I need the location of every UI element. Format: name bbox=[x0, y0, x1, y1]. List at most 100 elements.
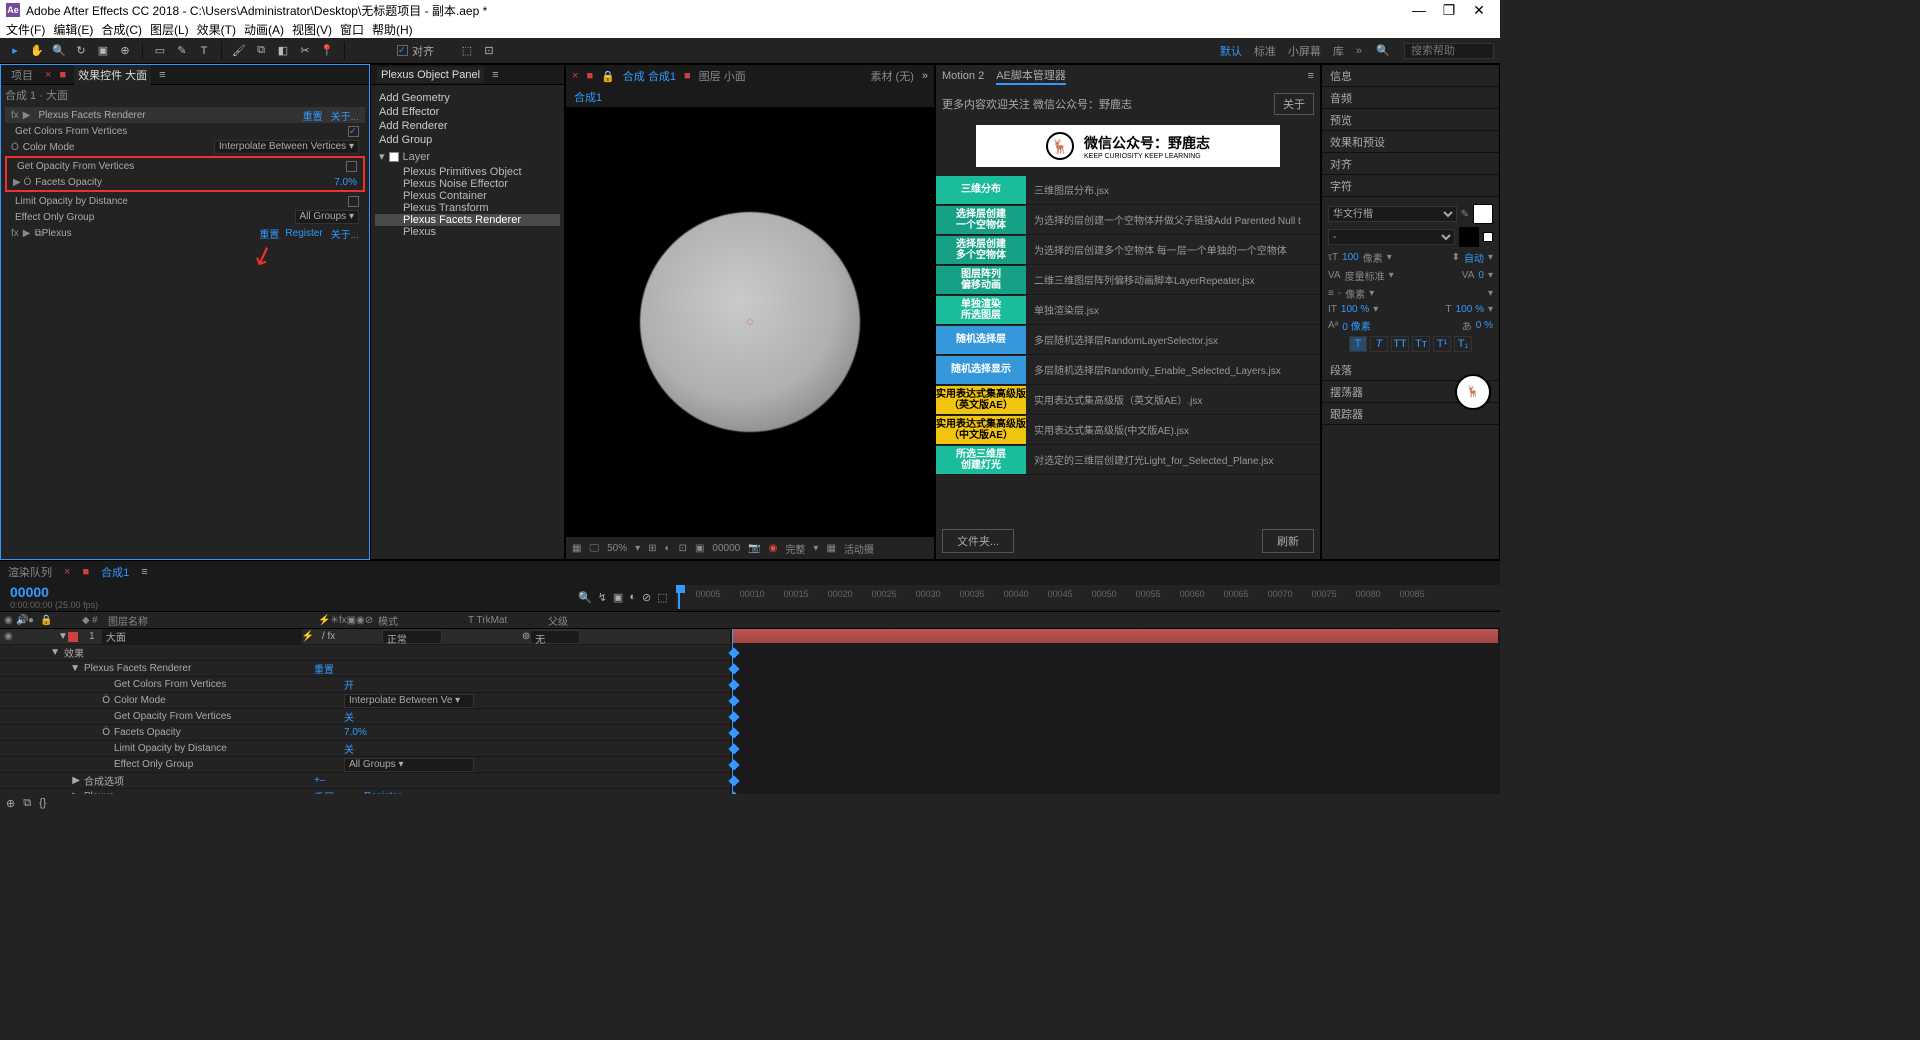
timeline-prop-row[interactable]: ÖFacets Opacity7.0% bbox=[0, 725, 730, 741]
tl-icon-1[interactable]: 🔍 bbox=[578, 591, 592, 604]
effect-name-plexus[interactable]: Plexus bbox=[42, 228, 254, 239]
plexus-sub-primitives[interactable]: Plexus Primitives Object bbox=[375, 166, 560, 178]
keyframe-icon[interactable] bbox=[728, 759, 739, 770]
help-search-input[interactable] bbox=[1404, 43, 1494, 59]
script-row[interactable]: 选择层创建多个空物体为选择的层创建多个空物体 每一层一个单独的一个空物体 bbox=[936, 235, 1320, 265]
keyframe-icon[interactable] bbox=[728, 663, 739, 674]
plexus-add-geometry[interactable]: Add Geometry bbox=[375, 91, 560, 105]
tl-icon-5[interactable]: ⊘ bbox=[642, 591, 651, 604]
grid-icon[interactable]: ▦ bbox=[572, 543, 581, 554]
comp-tab-layer[interactable]: 图层 小面 bbox=[699, 68, 746, 84]
camera-dropdown[interactable]: 活动摄 bbox=[844, 541, 874, 556]
snapshot-icon[interactable]: 📷 bbox=[748, 543, 760, 554]
comp-time[interactable]: 00000 bbox=[712, 543, 740, 554]
zoom-tool-icon[interactable]: 🔍 bbox=[50, 42, 68, 60]
eraser-tool-icon[interactable]: ◧ bbox=[274, 42, 292, 60]
tab-motion2[interactable]: Motion 2 bbox=[942, 70, 984, 82]
timeline-prop-row[interactable]: ▼Plexus Facets Renderer重置 bbox=[0, 661, 730, 677]
menu-comp[interactable]: 合成(C) bbox=[101, 21, 142, 38]
panel-audio[interactable]: 音频 bbox=[1322, 87, 1499, 109]
collapse-icon[interactable]: ▾ bbox=[379, 150, 385, 163]
scripts-refresh-button[interactable]: 刷新 bbox=[1262, 529, 1314, 553]
script-row[interactable]: 实用表达式集高级版（英文版AE）实用表达式集高级版（英文版AE）.jsx bbox=[936, 385, 1320, 415]
snap-opt1-icon[interactable]: ⬚ bbox=[458, 42, 476, 60]
rotate-tool-icon[interactable]: ↻ bbox=[72, 42, 90, 60]
script-row[interactable]: 图层阵列偏移动画二维三维图层阵列偏移动画脚本LayerRepeater.jsx bbox=[936, 265, 1320, 295]
guides-icon[interactable]: ⊡ bbox=[679, 543, 687, 554]
timeline-prop-row[interactable]: Get Opacity From Vertices关 bbox=[0, 709, 730, 725]
font-dropdown[interactable]: 华文行楷 bbox=[1328, 206, 1457, 222]
workspace-lib[interactable]: 库 bbox=[1333, 43, 1344, 59]
plexus-sub-transform[interactable]: Plexus Transform bbox=[375, 202, 560, 214]
tl-footer-icon2[interactable]: ⧉ bbox=[23, 797, 31, 810]
plexus-layer-label[interactable]: Layer bbox=[403, 151, 431, 163]
timeline-prop-row[interactable]: Get Colors From Vertices开 bbox=[0, 677, 730, 693]
script-row[interactable]: 单独渲染所选图层单独渲染层.jsx bbox=[936, 295, 1320, 325]
leading-value[interactable]: 自动 bbox=[1464, 250, 1484, 265]
channel-icon[interactable]: ▣ bbox=[695, 543, 704, 554]
tl-icon-4[interactable]: ◐ bbox=[629, 591, 636, 604]
layer-name[interactable]: 大面 bbox=[102, 629, 302, 644]
super-button[interactable]: T¹ bbox=[1433, 336, 1451, 352]
eyedrop-icon[interactable]: ✎ bbox=[1461, 209, 1469, 220]
workspace-small[interactable]: 小屏幕 bbox=[1288, 43, 1321, 59]
panel-menu-icon[interactable]: ≡ bbox=[492, 69, 498, 81]
lock-icon[interactable]: 🔒 bbox=[601, 70, 615, 83]
font-size-value[interactable]: 100 bbox=[1342, 252, 1359, 263]
menu-effect[interactable]: 效果(T) bbox=[197, 21, 236, 38]
camera-tool-icon[interactable]: ▣ bbox=[94, 42, 112, 60]
prop-get-opacity-checkbox[interactable] bbox=[346, 161, 357, 172]
panel-menu-icon[interactable]: ≡ bbox=[159, 69, 165, 81]
bold-button[interactable]: T bbox=[1349, 336, 1367, 352]
keyframe-icon[interactable] bbox=[728, 791, 739, 794]
plexus-sub-plexus[interactable]: Plexus bbox=[375, 226, 560, 238]
timeline-layer-row[interactable]: ◉ ▼ 1 大面 ⚡/ fx 正常 ⊚ 无 bbox=[0, 629, 730, 645]
keyframe-icon[interactable] bbox=[728, 727, 739, 738]
style-dropdown[interactable]: - bbox=[1328, 229, 1455, 245]
plexus-sub-noise[interactable]: Plexus Noise Effector bbox=[375, 178, 560, 190]
effect-name-renderer[interactable]: Plexus Facets Renderer bbox=[34, 109, 296, 122]
script-row[interactable]: 实用表达式集高级版（中文版AE）实用表达式集高级版(中文版AE).jsx bbox=[936, 415, 1320, 445]
tl-footer-icon3[interactable]: {} bbox=[39, 797, 46, 809]
effect-reset[interactable]: 重置 bbox=[303, 108, 323, 123]
quality-dropdown[interactable]: 完整 bbox=[785, 541, 805, 556]
allcaps-button[interactable]: TT bbox=[1391, 336, 1409, 352]
comp-tab-footage[interactable]: 素材 (无) bbox=[870, 68, 913, 84]
blend-mode-dropdown[interactable]: 正常 bbox=[382, 630, 442, 644]
scripts-about-button[interactable]: 关于 bbox=[1274, 93, 1314, 115]
keyframe-icon[interactable] bbox=[728, 711, 739, 722]
mask-icon[interactable]: ◐ bbox=[665, 543, 671, 554]
menu-layer[interactable]: 图层(L) bbox=[150, 21, 189, 38]
res-icon[interactable]: ⊞ bbox=[648, 543, 656, 554]
kerning-value[interactable]: 度量标准 bbox=[1345, 268, 1385, 283]
tab-render-queue[interactable]: 渲染队列 bbox=[8, 564, 52, 580]
rect-tool-icon[interactable]: ▭ bbox=[151, 42, 169, 60]
script-row[interactable]: 所选三维层创建灯光对选定的三维层创建灯光Light_for_Selected_P… bbox=[936, 445, 1320, 475]
tl-icon-3[interactable]: ▣ bbox=[613, 591, 623, 604]
prop-group-dropdown[interactable]: All Groups ▾ bbox=[295, 210, 360, 224]
tracking-value[interactable]: 0 bbox=[1478, 270, 1484, 281]
timeline-tracks[interactable] bbox=[730, 629, 1500, 794]
visibility-icon[interactable]: ◉ bbox=[4, 631, 18, 642]
panel-menu-icon[interactable]: ≡ bbox=[141, 566, 147, 578]
panel-effects-presets[interactable]: 效果和预设 bbox=[1322, 131, 1499, 153]
keyframe-icon[interactable] bbox=[728, 679, 739, 690]
panel-character[interactable]: 字符 bbox=[1322, 175, 1499, 197]
stroke-swatch[interactable] bbox=[1459, 227, 1479, 247]
hscale-value[interactable]: 100 % bbox=[1456, 304, 1484, 315]
panel-tracker[interactable]: 跟踪器 bbox=[1322, 403, 1499, 425]
sub-button[interactable]: T₁ bbox=[1454, 336, 1472, 352]
workspace-more[interactable]: » bbox=[1356, 45, 1362, 57]
monitor-icon[interactable]: 🖵 bbox=[589, 543, 599, 554]
panel-menu-icon[interactable]: ≡ bbox=[1308, 70, 1314, 82]
brush-tool-icon[interactable]: 🖌 bbox=[230, 42, 248, 60]
color-icon[interactable]: ◉ bbox=[769, 543, 778, 554]
close-button[interactable]: ✕ bbox=[1464, 2, 1494, 19]
script-row[interactable]: 随机选择显示多层随机选择层Randomly_Enable_Selected_La… bbox=[936, 355, 1320, 385]
hand-tool-icon[interactable]: ✋ bbox=[28, 42, 46, 60]
time-indicator[interactable] bbox=[678, 585, 680, 609]
tl-icon-6[interactable]: ⬚ bbox=[657, 591, 667, 604]
puppet-tool-icon[interactable]: 📍 bbox=[318, 42, 336, 60]
plexus-add-effector[interactable]: Add Effector bbox=[375, 105, 560, 119]
plexus-sub-container[interactable]: Plexus Container bbox=[375, 190, 560, 202]
